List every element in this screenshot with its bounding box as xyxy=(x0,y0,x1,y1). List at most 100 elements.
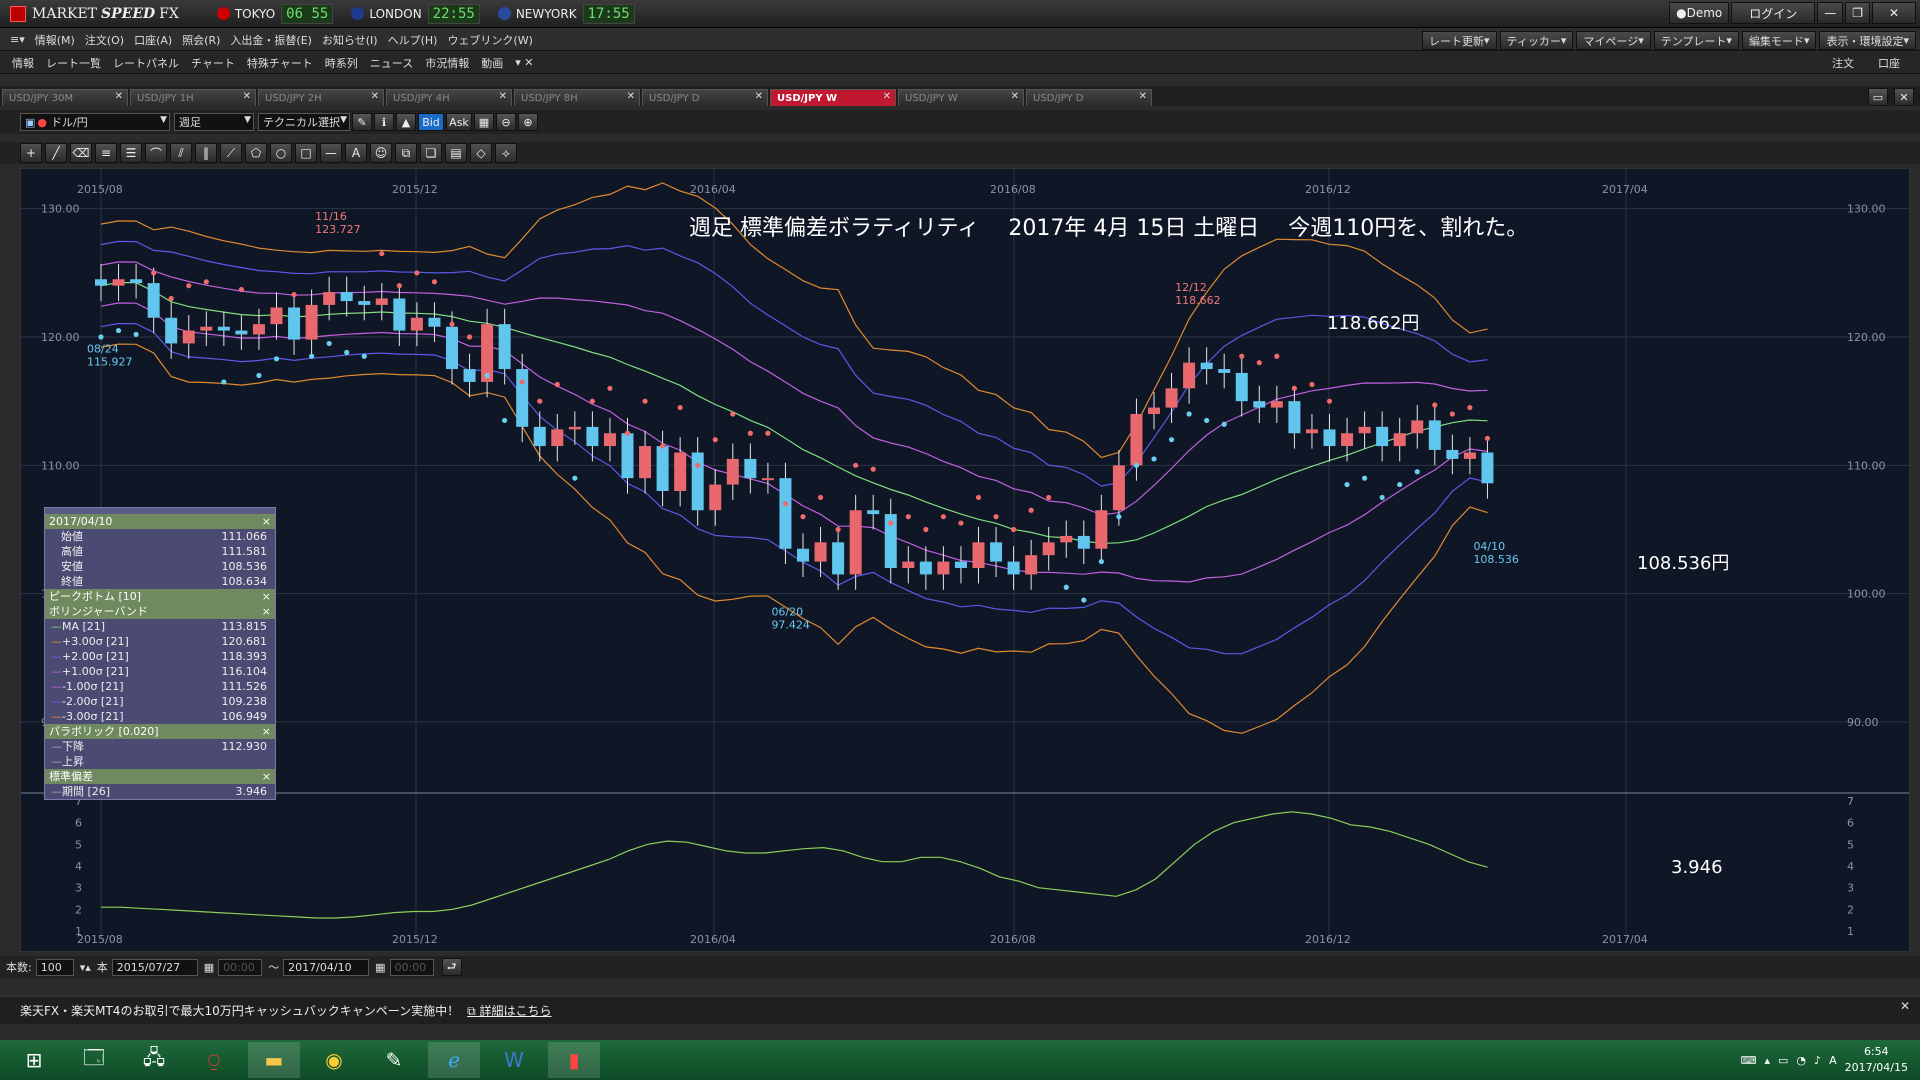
technical-select[interactable]: テクニカル選択 ▼ xyxy=(258,113,350,131)
windows-start-icon[interactable]: ⊞ xyxy=(8,1042,60,1078)
trendline-icon[interactable]: ╱ xyxy=(45,143,67,163)
folder-icon[interactable]: ▬ xyxy=(248,1042,300,1078)
chrome-icon[interactable]: ◉ xyxy=(308,1042,360,1078)
tab-close-icon[interactable]: ✕ xyxy=(627,91,635,102)
chart-style-icon[interactable]: ▲ xyxy=(396,113,416,131)
to-date-input[interactable]: 2017/04/10 xyxy=(283,958,370,976)
calendar-icon[interactable]: ▦ xyxy=(204,961,214,974)
line-icon[interactable]: — xyxy=(320,143,342,163)
minimize-icon[interactable]: — xyxy=(1817,2,1844,24)
period-select[interactable]: 週足 ▼ xyxy=(174,113,254,131)
menu-item[interactable]: ウェブリンク(W) xyxy=(447,32,532,48)
menu-item[interactable]: 入出金・振替(E) xyxy=(230,32,312,48)
tray-expand-icon[interactable]: ▴ xyxy=(1764,1054,1770,1067)
ime-indicator[interactable]: A xyxy=(1829,1054,1837,1067)
tab-close-icon[interactable]: ✕ xyxy=(499,91,507,102)
chart-tab[interactable]: USD/JPY 1H ✕ xyxy=(130,89,256,106)
maximize-icon[interactable]: ▭ xyxy=(1868,88,1888,106)
tab-close-icon[interactable]: ✕ xyxy=(1139,91,1147,102)
toolbar-more-icon[interactable]: ▾ ✕ xyxy=(515,56,533,69)
from-date-input[interactable]: 2015/07/27 xyxy=(111,958,198,976)
close-icon[interactable]: × xyxy=(262,770,271,783)
toolbar2-item[interactable]: 特殊チャート xyxy=(247,55,313,71)
chart-tab[interactable]: USD/JPY W ✕ xyxy=(770,89,896,106)
menu-item[interactable]: 口座(A) xyxy=(134,32,172,48)
close-icon[interactable]: × xyxy=(262,725,271,738)
info-icon[interactable]: ℹ xyxy=(374,113,394,131)
right-tool-button[interactable]: ティッカー ▾ xyxy=(1499,31,1574,50)
tab-close-icon[interactable]: ✕ xyxy=(755,91,763,102)
login-button[interactable]: ログイン xyxy=(1731,2,1816,24)
toolbar2-item[interactable]: ニュース xyxy=(370,55,413,71)
layers-icon[interactable]: ❏ xyxy=(420,143,442,163)
tab-close-icon[interactable]: ✕ xyxy=(371,91,379,102)
explorer-icon[interactable]: 🗔 xyxy=(68,1042,120,1078)
fan-icon[interactable]: ⟋ xyxy=(220,143,242,163)
pen-icon[interactable]: ✎ xyxy=(352,113,372,131)
menu-item[interactable]: 注文(O) xyxy=(85,32,124,48)
close-icon[interactable]: × xyxy=(262,590,271,603)
tray-clock[interactable]: 6:54 2017/04/15 xyxy=(1845,1044,1908,1076)
chart-tab[interactable]: USD/JPY 8H ✕ xyxy=(514,89,640,106)
indicator-panel[interactable]: 2017/04/10 × 始値 111.066 高値 111.581 安値 108.536 終… xyxy=(44,507,276,800)
restore-icon[interactable]: ❐ xyxy=(1845,2,1870,24)
multi-line-icon[interactable]: ☰ xyxy=(120,143,142,163)
wifi-icon[interactable]: ◔ xyxy=(1796,1054,1806,1067)
menu-item[interactable]: 照会(R) xyxy=(182,32,220,48)
paint-icon[interactable]: ✎ xyxy=(368,1042,420,1078)
arc-icon[interactable]: ⌒ xyxy=(145,143,167,163)
currency-pair-select[interactable]: ▣ ● ドル/円 ▼ xyxy=(20,113,170,131)
right-tool-button[interactable]: テンプレート ▾ xyxy=(1653,31,1739,50)
menu-item[interactable]: お知らせ(I) xyxy=(322,32,378,48)
zoom-in-icon[interactable]: ⊕ xyxy=(518,113,538,131)
chart-tab[interactable]: USD/JPY W ✕ xyxy=(898,89,1024,106)
toolbar2-item[interactable]: チャート xyxy=(191,55,235,71)
chart-type-icon[interactable]: ▦ xyxy=(474,113,494,131)
copy-icon[interactable]: ⧉ xyxy=(395,143,417,163)
order-button[interactable]: 注文 xyxy=(1832,55,1854,71)
ad-close-icon[interactable]: ✕ xyxy=(1900,999,1910,1013)
tab-close-icon[interactable]: ✕ xyxy=(1011,91,1019,102)
zoom-out-icon[interactable]: ⊖ xyxy=(496,113,516,131)
close-chart-icon[interactable]: ✕ xyxy=(1894,88,1914,106)
right-tool-button[interactable]: マイページ ▾ xyxy=(1576,31,1651,50)
chart-tab[interactable]: USD/JPY 2H ✕ xyxy=(258,89,384,106)
network-icon[interactable]: 🖧 xyxy=(128,1042,180,1078)
rectangle-icon[interactable]: □ xyxy=(295,143,317,163)
toolbar2-item[interactable]: 動画 xyxy=(481,55,503,71)
right-tool-button[interactable]: 編集モード ▾ xyxy=(1741,31,1817,50)
hamburger-icon[interactable]: ≡▾ xyxy=(10,33,25,46)
chart-tab[interactable]: USD/JPY D ✕ xyxy=(642,89,768,106)
tab-close-icon[interactable]: ✕ xyxy=(883,91,891,102)
calendar-icon[interactable]: ▦ xyxy=(375,961,385,974)
menu-item[interactable]: 情報(M) xyxy=(35,32,75,48)
close-icon[interactable]: ✕ xyxy=(1872,2,1916,24)
vline-icon[interactable]: ‖ xyxy=(195,143,217,163)
count-stepper-icon[interactable]: ▾▴ xyxy=(80,961,91,974)
ask-toggle[interactable]: Ask xyxy=(446,113,472,131)
marketspeed-icon[interactable]: ▮ xyxy=(548,1042,600,1078)
right-tool-button[interactable]: レート更新 ▾ xyxy=(1422,31,1497,50)
polygon-icon[interactable]: ⬠ xyxy=(245,143,267,163)
right-tool-button[interactable]: 表示・環境設定 ▾ xyxy=(1819,31,1916,50)
chart-tab[interactable]: USD/JPY 30M ✕ xyxy=(2,89,128,106)
chart-tab[interactable]: USD/JPY D ✕ xyxy=(1026,89,1152,106)
circle-icon[interactable]: ○ xyxy=(270,143,292,163)
close-icon[interactable]: × xyxy=(262,605,271,618)
icon-tool-icon[interactable]: ☺ xyxy=(370,143,392,163)
account-button[interactable]: 口座 xyxy=(1878,55,1900,71)
channel-icon[interactable]: ⫽ xyxy=(170,143,192,163)
chart-area[interactable]: 90.0090.00100.00100.00110.00110.00120.00… xyxy=(20,168,1910,952)
battery-icon[interactable]: ▭ xyxy=(1778,1054,1788,1067)
acrobat-icon[interactable]: ⍜ xyxy=(188,1042,240,1078)
text-icon[interactable]: A xyxy=(345,143,367,163)
demo-button[interactable]: ● Demo xyxy=(1669,2,1730,24)
from-time-input[interactable]: 00:00 xyxy=(218,958,263,976)
crosshair-icon[interactable]: + xyxy=(20,143,42,163)
close-icon[interactable]: × xyxy=(262,515,271,528)
tab-close-icon[interactable]: ✕ xyxy=(115,91,123,102)
toolbar2-item[interactable]: 市況情報 xyxy=(425,55,469,71)
toolbar2-item[interactable]: レート一覧 xyxy=(46,55,101,71)
count-input[interactable]: 100 xyxy=(35,958,74,976)
tab-close-icon[interactable]: ✕ xyxy=(243,91,251,102)
